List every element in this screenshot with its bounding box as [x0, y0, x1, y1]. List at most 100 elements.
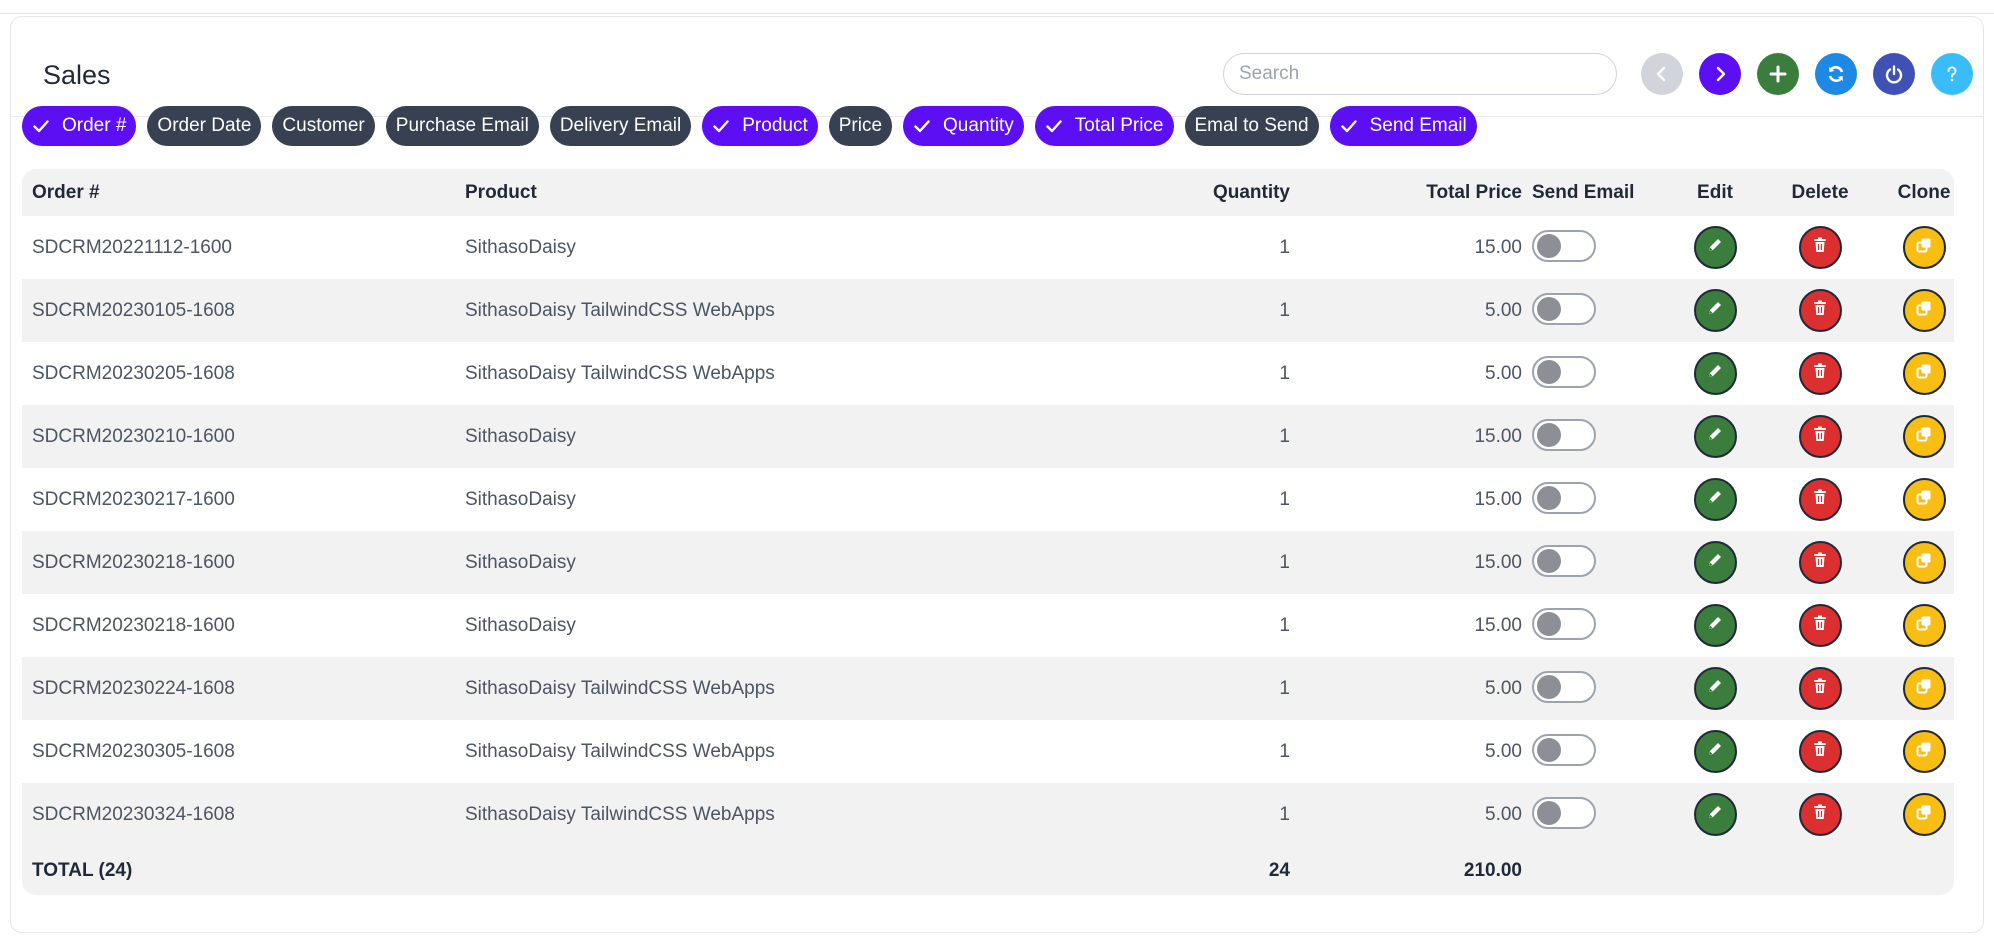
- table-row[interactable]: SDCRM20230217-1600 SithasoDaisy 1 15.00: [22, 468, 1954, 531]
- header-total-price[interactable]: Total Price: [1322, 169, 1522, 216]
- clone-button[interactable]: [1902, 541, 1946, 584]
- send-email-toggle[interactable]: [1532, 292, 1596, 325]
- chip-product[interactable]: Product: [702, 106, 818, 146]
- check-icon: [1045, 117, 1063, 135]
- quantity-cell: 1: [1279, 425, 1290, 447]
- delete-button[interactable]: [1798, 226, 1842, 269]
- header-product[interactable]: Product: [465, 169, 537, 216]
- edit-button[interactable]: [1693, 604, 1737, 647]
- edit-cell: [1680, 216, 1750, 279]
- pencil-icon: [1706, 614, 1724, 638]
- edit-button[interactable]: [1693, 667, 1737, 710]
- send-email-toggle[interactable]: [1532, 796, 1596, 829]
- clone-cell: [1889, 720, 1954, 783]
- search-input[interactable]: [1223, 53, 1617, 95]
- edit-button[interactable]: [1693, 226, 1737, 269]
- table-row[interactable]: SDCRM20230324-1608 SithasoDaisy TailwindC…: [22, 783, 1954, 846]
- clone-button[interactable]: [1902, 604, 1946, 647]
- copy-icon: [1915, 488, 1933, 512]
- send-email-toggle[interactable]: [1532, 229, 1596, 262]
- chip-price[interactable]: Price: [828, 106, 893, 146]
- edit-button[interactable]: [1693, 793, 1737, 836]
- send-email-toggle[interactable]: [1532, 481, 1596, 514]
- chip-quantity[interactable]: Quantity: [903, 106, 1024, 146]
- delete-button[interactable]: [1798, 415, 1842, 458]
- chevron-left-icon: [1653, 65, 1671, 83]
- chip-total-price[interactable]: Total Price: [1034, 106, 1174, 146]
- table-row[interactable]: SDCRM20230105-1608 SithasoDaisy TailwindC…: [22, 279, 1954, 342]
- order-number-cell: SDCRM20230324-1608: [32, 803, 235, 825]
- edit-cell: [1680, 783, 1750, 846]
- chip-email-to-send[interactable]: Emal to Send: [1184, 106, 1319, 146]
- trash-icon: [1811, 362, 1829, 386]
- product-cell: SithasoDaisy: [465, 425, 576, 447]
- pencil-icon: [1706, 236, 1724, 260]
- header-order[interactable]: Order #: [32, 169, 100, 216]
- chip-customer[interactable]: Customer: [272, 106, 375, 146]
- power-button[interactable]: [1873, 53, 1915, 95]
- product-cell: SithasoDaisy TailwindCSS WebApps: [465, 803, 775, 825]
- send-email-toggle[interactable]: [1532, 544, 1596, 577]
- delete-button[interactable]: [1798, 604, 1842, 647]
- clone-button[interactable]: [1902, 667, 1946, 710]
- delete-button[interactable]: [1798, 793, 1842, 836]
- clone-button[interactable]: [1902, 793, 1946, 836]
- delete-button[interactable]: [1798, 289, 1842, 332]
- chip-label: Price: [838, 115, 883, 136]
- edit-button[interactable]: [1693, 730, 1737, 773]
- clone-button[interactable]: [1902, 730, 1946, 773]
- send-email-toggle[interactable]: [1532, 607, 1596, 640]
- chip-delivery-email[interactable]: Delivery Email: [549, 106, 692, 146]
- clone-button[interactable]: [1902, 478, 1946, 521]
- help-button[interactable]: [1931, 53, 1973, 95]
- send-email-toggle[interactable]: [1532, 733, 1596, 766]
- send-email-toggle[interactable]: [1532, 670, 1596, 703]
- clone-button[interactable]: [1902, 289, 1946, 332]
- next-page-button[interactable]: [1699, 53, 1741, 95]
- pencil-icon: [1706, 299, 1724, 323]
- edit-button[interactable]: [1693, 541, 1737, 584]
- prev-page-button[interactable]: [1641, 53, 1683, 95]
- edit-button[interactable]: [1693, 352, 1737, 395]
- table-row[interactable]: SDCRM20230205-1608 SithasoDaisy TailwindC…: [22, 342, 1954, 405]
- pencil-icon: [1706, 677, 1724, 701]
- refresh-button[interactable]: [1815, 53, 1857, 95]
- quantity-cell: 1: [1279, 362, 1290, 384]
- delete-button[interactable]: [1798, 478, 1842, 521]
- delete-button[interactable]: [1798, 352, 1842, 395]
- toggle-knob: [1537, 485, 1561, 510]
- chip-label: Total Price: [1074, 115, 1164, 136]
- footer-total-price: 210.00: [1463, 859, 1522, 881]
- delete-button[interactable]: [1798, 667, 1842, 710]
- delete-cell: [1785, 342, 1855, 405]
- product-cell: SithasoDaisy TailwindCSS WebApps: [465, 740, 775, 762]
- table-row[interactable]: SDCRM20230224-1608 SithasoDaisy TailwindC…: [22, 657, 1954, 720]
- edit-button[interactable]: [1693, 289, 1737, 332]
- copy-icon: [1915, 362, 1933, 386]
- clone-button[interactable]: [1902, 352, 1946, 395]
- chip-purchase-email[interactable]: Purchase Email: [385, 106, 539, 146]
- add-button[interactable]: [1757, 53, 1799, 95]
- table-row[interactable]: SDCRM20230210-1600 SithasoDaisy 1 15.00: [22, 405, 1954, 468]
- delete-button[interactable]: [1798, 541, 1842, 584]
- chip-order-number[interactable]: Order #: [22, 106, 137, 146]
- chip-label: Emal to Send: [1194, 115, 1309, 136]
- send-email-toggle[interactable]: [1532, 355, 1596, 388]
- trash-icon: [1811, 740, 1829, 764]
- edit-button[interactable]: [1693, 478, 1737, 521]
- delete-button[interactable]: [1798, 730, 1842, 773]
- table-row[interactable]: SDCRM20230218-1600 SithasoDaisy 1 15.00: [22, 594, 1954, 657]
- clone-button[interactable]: [1902, 415, 1946, 458]
- header-quantity[interactable]: Quantity: [1022, 169, 1290, 216]
- chip-send-email[interactable]: Send Email: [1329, 106, 1477, 146]
- clone-button[interactable]: [1902, 226, 1946, 269]
- table-row[interactable]: SDCRM20230218-1600 SithasoDaisy 1 15.00: [22, 531, 1954, 594]
- table-row[interactable]: SDCRM20230305-1608 SithasoDaisy TailwindC…: [22, 720, 1954, 783]
- table-row[interactable]: SDCRM20221112-1600 SithasoDaisy 1 15.00: [22, 216, 1954, 279]
- edit-button[interactable]: [1693, 415, 1737, 458]
- chip-label: Order Date: [157, 115, 252, 136]
- chip-order-date[interactable]: Order Date: [147, 106, 262, 146]
- send-email-toggle[interactable]: [1532, 418, 1596, 451]
- trash-icon: [1811, 236, 1829, 260]
- product-cell: SithasoDaisy TailwindCSS WebApps: [465, 362, 775, 384]
